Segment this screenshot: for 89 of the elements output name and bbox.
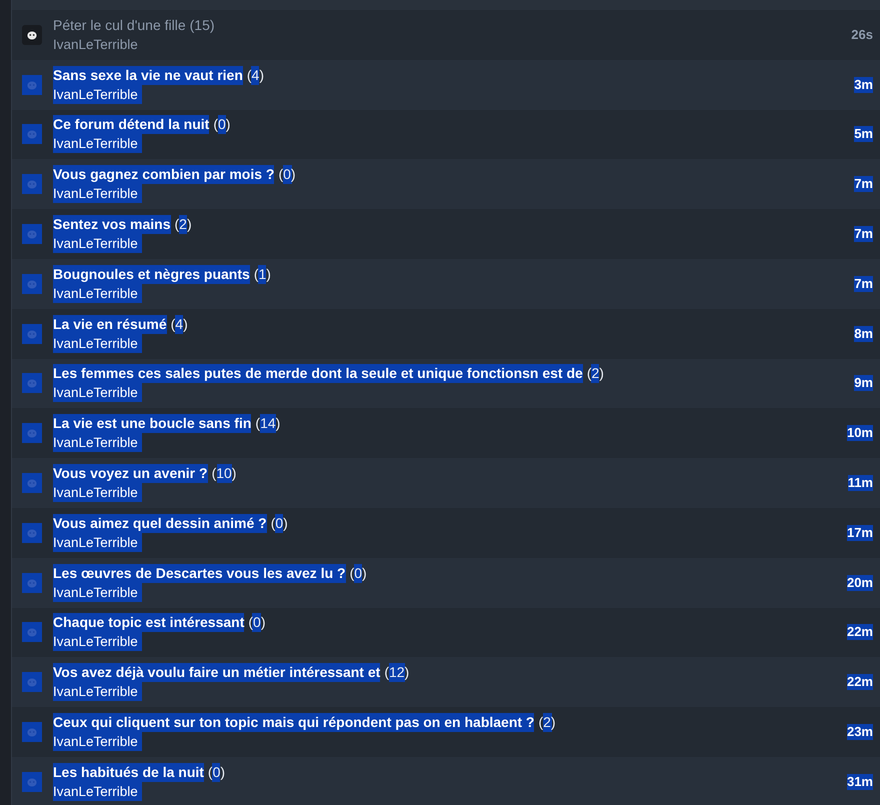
reply-count: (2) (538, 713, 556, 732)
reply-count: (12) (384, 663, 410, 682)
topic-title[interactable]: Vous gagnez combien par mois ? (53, 165, 274, 184)
last-activity-time: 22m (846, 624, 873, 640)
reply-count: (0) (350, 564, 367, 583)
last-activity-time: 5m (854, 126, 873, 142)
topic-row[interactable]: Sentez vos mains (2) IvanLeTerrible 7m (12, 209, 880, 259)
reply-count: (1) (254, 264, 271, 284)
author-name[interactable]: IvanLeTerrible (53, 782, 142, 801)
author-name[interactable]: IvanLeTerrible (53, 234, 142, 254)
topic-row[interactable]: Ce forum détend la nuit (0) IvanLeTerrible 5m (12, 110, 880, 160)
last-activity-time: 23m (846, 724, 873, 740)
reply-count: (4) (246, 66, 264, 85)
last-activity-time: 17m (846, 524, 873, 541)
avatar-icon (22, 373, 42, 394)
author-name[interactable]: IvanLeTerrible (53, 334, 142, 353)
topic-title[interactable]: Les habitués de la nuit (53, 762, 204, 782)
last-activity-time: 22m (846, 674, 873, 690)
author-name[interactable]: IvanLeTerrible (53, 682, 142, 702)
avatar-icon (22, 772, 42, 792)
topic-row[interactable]: Péter le cul d'une fille (15) IvanLeTerrible 26s (12, 10, 880, 60)
topic-title[interactable]: Ceux qui cliquent sur ton topic mais qui répondent pas on en hablaent ? (53, 713, 534, 732)
avatar-icon (22, 274, 42, 294)
author-name[interactable]: IvanLeTerrible (53, 184, 142, 204)
topic-title[interactable]: Péter le cul d'une fille (53, 16, 186, 35)
topic-title[interactable]: Vos avez déjà voulu faire un métier intéressant et (53, 663, 380, 682)
avatar-icon (22, 74, 42, 95)
reply-count: (0) (208, 762, 226, 782)
author-name[interactable]: IvanLeTerrible (53, 532, 142, 552)
last-activity-time: 7m (854, 226, 873, 242)
avatar-icon (22, 423, 42, 444)
last-activity-time: 11m (848, 475, 873, 492)
reply-count: (0) (270, 514, 288, 533)
topic-title[interactable]: La vie en résumé (53, 314, 167, 334)
last-activity-time: 7m (854, 176, 873, 192)
avatar-icon (22, 572, 42, 593)
topic-title[interactable]: Vous aimez quel dessin animé ? (53, 514, 267, 533)
author-name[interactable]: IvanLeTerrible (53, 433, 142, 452)
topic-title[interactable]: Sans sexe la vie ne vaut rien (53, 66, 243, 85)
avatar-icon (22, 672, 42, 692)
author-name[interactable]: IvanLeTerrible (53, 632, 142, 652)
reply-count: (10) (212, 464, 236, 484)
last-activity-time: 31m (846, 774, 873, 790)
last-activity-time: 7m (854, 276, 873, 292)
reply-count: (0) (213, 115, 230, 134)
avatar-icon (22, 722, 42, 742)
reply-count: (4) (170, 314, 188, 334)
author-name[interactable]: IvanLeTerrible (53, 483, 142, 502)
topic-title[interactable]: Vous voyez un avenir ? (53, 464, 208, 484)
last-activity-time: 20m (846, 574, 873, 591)
author-name[interactable]: IvanLeTerrible (53, 582, 142, 602)
author-name[interactable]: IvanLeTerrible (53, 34, 138, 54)
topic-row[interactable]: Vous aimez quel dessin animé ? (0) IvanLeTerrible 17m (12, 508, 880, 558)
reply-count: (0) (248, 613, 266, 632)
avatar-icon (22, 224, 42, 244)
avatar-icon (22, 24, 42, 45)
topic-title[interactable]: Les femmes ces sales putes de merde dont la seule et unique fonctionsn est de (53, 364, 583, 384)
topic-title[interactable]: Bougnoules et nègres puants (53, 264, 250, 284)
last-activity-time: 9m (854, 375, 873, 392)
reply-count: (2) (174, 215, 192, 234)
last-activity-time: 26s (851, 26, 873, 43)
last-activity-time: 8m (854, 326, 873, 342)
topic-title[interactable]: Sentez vos mains (53, 215, 170, 234)
reply-count: (0) (278, 165, 296, 184)
avatar-icon (22, 324, 42, 344)
reply-count: (2) (586, 364, 604, 384)
reply-count: (14) (255, 414, 280, 434)
topic-title[interactable]: Chaque topic est intéressant (53, 613, 244, 632)
topic-row[interactable]: Ceux qui cliquent sur ton topic mais qui répondent pas on en hablaent ? (2) IvanLeTerrible 23m (12, 707, 880, 757)
avatar-icon (22, 124, 42, 144)
last-activity-time: 3m (854, 76, 873, 93)
last-activity-time: 10m (846, 425, 873, 442)
reply-count: (15) (190, 16, 215, 35)
topic-title[interactable]: Ce forum détend la nuit (53, 115, 210, 134)
topic-title[interactable]: Les œuvres de Descartes vous les avez lu ? (53, 564, 346, 583)
topic-title[interactable]: La vie est une boucle sans fin (53, 414, 252, 434)
avatar-icon (22, 174, 42, 194)
topic-row[interactable]: La vie est une boucle sans fin (14) IvanLeTerrible 10m (12, 408, 880, 458)
topic-row[interactable]: La vie en résumé (4) IvanLeTerrible 8m (12, 308, 880, 359)
author-name[interactable]: IvanLeTerrible (53, 84, 142, 104)
avatar-icon (22, 622, 42, 642)
author-name[interactable]: IvanLeTerrible (53, 134, 142, 154)
topic-row[interactable]: Les femmes ces sales putes de merde dont la seule et unique fonctionsn est de (2) IvanLeTerrible 9m (12, 358, 880, 408)
author-name[interactable]: IvanLeTerrible (53, 383, 142, 402)
avatar-icon (22, 473, 42, 494)
author-name[interactable]: IvanLeTerrible (53, 732, 142, 752)
author-name[interactable]: IvanLeTerrible (53, 284, 142, 303)
topic-row[interactable]: Chaque topic est intéressant (0) IvanLeTerrible 22m (12, 608, 880, 658)
avatar-icon (22, 522, 42, 543)
